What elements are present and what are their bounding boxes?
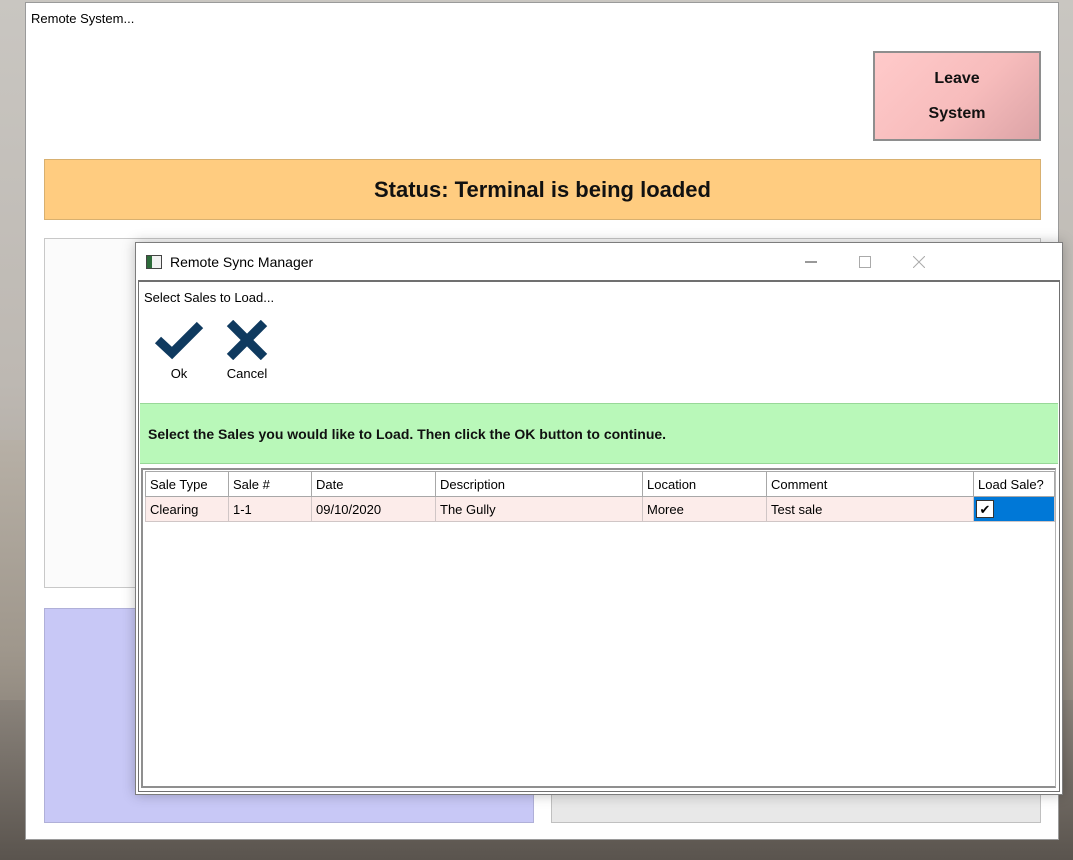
dialog-titlebar[interactable]: Remote Sync Manager — [136, 243, 948, 280]
cell-date[interactable]: 09/10/2020 — [311, 496, 436, 522]
cancel-label: Cancel — [226, 366, 268, 381]
table-row[interactable]: Clearing 1-1 09/10/2020 The Gully Moree … — [145, 496, 1055, 522]
column-header-date[interactable]: Date — [311, 471, 436, 497]
cell-location[interactable]: Moree — [642, 496, 767, 522]
leave-button-label-line1: Leave — [934, 69, 980, 87]
ok-label: Ok — [170, 366, 188, 381]
leave-button-label-line2: System — [928, 104, 986, 122]
close-icon — [913, 255, 925, 268]
column-header-description[interactable]: Description — [435, 471, 643, 497]
dialog-title: Remote Sync Manager — [170, 253, 314, 270]
ok-button[interactable]: Ok — [151, 320, 207, 392]
cell-description[interactable]: The Gully — [435, 496, 643, 522]
dialog-body: Select Sales to Load... Ok Cancel Select… — [138, 280, 1060, 792]
instruction-banner: Select the Sales you would like to Load.… — [140, 403, 1058, 464]
table-header-row: Sale Type Sale # Date Description Locati… — [145, 471, 1055, 497]
cell-sale-type[interactable]: Clearing — [145, 496, 229, 522]
main-window-title: Remote System... — [31, 11, 135, 26]
sales-grid[interactable]: Sale Type Sale # Date Description Locati… — [141, 468, 1056, 788]
x-icon — [226, 320, 268, 360]
cancel-button[interactable]: Cancel — [219, 320, 275, 392]
close-button[interactable] — [892, 243, 946, 280]
sales-table: Sale Type Sale # Date Description Locati… — [145, 471, 1055, 522]
column-header-sale-no[interactable]: Sale # — [228, 471, 312, 497]
minimize-button[interactable] — [784, 243, 838, 280]
maximize-button[interactable] — [838, 243, 892, 280]
status-bar: Status: Terminal is being loaded — [44, 159, 1041, 220]
maximize-icon — [859, 255, 871, 268]
column-header-comment[interactable]: Comment — [766, 471, 974, 497]
remote-sync-dialog: Remote Sync Manager Select Sales to Load… — [135, 242, 1063, 795]
column-header-sale-type[interactable]: Sale Type — [145, 471, 229, 497]
app-icon — [146, 254, 162, 269]
cell-sale-no[interactable]: 1-1 — [228, 496, 312, 522]
column-header-load-sale[interactable]: Load Sale? — [973, 471, 1055, 497]
leave-system-button[interactable]: Leave System — [873, 51, 1041, 141]
checkmark-icon — [154, 321, 204, 360]
minimize-icon — [805, 261, 817, 262]
load-sale-checkbox[interactable]: ✔ — [976, 500, 994, 518]
cell-comment[interactable]: Test sale — [766, 496, 974, 522]
cell-load-sale[interactable]: ✔ — [973, 496, 1055, 522]
dialog-subtitle: Select Sales to Load... — [144, 290, 275, 305]
column-header-location[interactable]: Location — [642, 471, 767, 497]
